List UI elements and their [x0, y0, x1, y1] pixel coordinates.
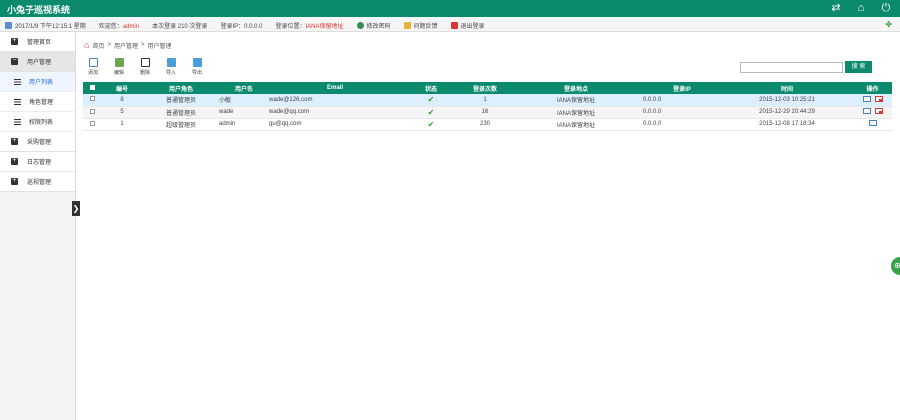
- status-check-icon: ✔: [401, 106, 461, 119]
- plus-box-icon: +: [11, 157, 18, 165]
- app-title: 小兔子巡视系统: [7, 5, 71, 15]
- submenu-item-user-list[interactable]: 用户列表: [0, 72, 75, 92]
- breadcrumb: ⌂ 首页 > 用户管理 > 用户管理: [84, 40, 172, 50]
- user-icon: [356, 22, 364, 29]
- row-checkbox[interactable]: [89, 96, 95, 102]
- clover-icon: ✤: [885, 20, 892, 29]
- minus-box-icon: −: [11, 57, 18, 65]
- submenu-item-roles[interactable]: 角色管理: [0, 92, 75, 112]
- visit-count: 本次登录 210 次登录: [152, 24, 208, 30]
- row-edit-icon[interactable]: [868, 120, 877, 126]
- sidebar-collapse-button[interactable]: ❯: [72, 201, 80, 216]
- add-icon: [88, 58, 98, 67]
- add-button[interactable]: 添加: [86, 58, 100, 76]
- search-button[interactable]: 搜 索: [845, 61, 872, 73]
- table-row[interactable]: 8 普通管理员 小敏 wade@126.com ✔ 1 IANA保留地址 0.0…: [83, 94, 892, 107]
- import-button[interactable]: 导入: [164, 58, 178, 76]
- breadcrumb-level2: 用户管理: [147, 43, 172, 50]
- floating-chat-button[interactable]: ⊕: [891, 257, 900, 275]
- select-all-checkbox[interactable]: [89, 84, 95, 90]
- exit-icon: [450, 22, 458, 29]
- col-ip: 登录IP: [673, 86, 691, 93]
- home-icon: ⌂: [84, 40, 90, 50]
- row-checkbox[interactable]: [89, 108, 95, 114]
- table-row[interactable]: 1 超级管理员 admin gu@qq.com ✔ 230 IANA保留地址 0…: [83, 118, 892, 131]
- sidebar-item-patrol[interactable]: + 巡视管理: [0, 172, 75, 192]
- col-role: 用户角色: [168, 86, 193, 93]
- current-username: admin: [122, 24, 140, 30]
- info-bar: 2017/1/9 下午12:15:1 星期 欢迎您：admin 本次登录 210…: [0, 17, 900, 32]
- sidebar-item-purchase[interactable]: + 采购管理: [0, 132, 75, 152]
- list-icon: [14, 98, 21, 105]
- breadcrumb-home[interactable]: 首页: [92, 41, 104, 50]
- row-edit-icon[interactable]: [862, 95, 871, 102]
- list-icon: [14, 118, 21, 125]
- row-edit-icon[interactable]: [862, 108, 871, 114]
- status-check-icon: ✔: [401, 94, 461, 107]
- sidebar-item-logs[interactable]: + 日志管理: [0, 152, 75, 172]
- login-location: 登录位置：IANA保留地址: [275, 24, 344, 30]
- refresh-icon[interactable]: ⇄: [830, 2, 842, 15]
- export-button[interactable]: 导出: [190, 58, 204, 76]
- col-username: 用户名: [234, 86, 253, 93]
- row-delete-icon[interactable]: [874, 108, 883, 114]
- status-check-icon: ✔: [401, 118, 461, 131]
- search-input[interactable]: [740, 62, 843, 73]
- login-ip: 登录IP：0.0.0.0: [220, 24, 263, 30]
- delete-icon: [140, 58, 150, 67]
- plus-box-icon: +: [11, 137, 18, 145]
- profile-link[interactable]: 修改密码: [356, 21, 391, 30]
- col-location: 登录地点: [563, 86, 588, 93]
- power-icon[interactable]: ⏻: [880, 2, 892, 15]
- edit-button[interactable]: 编辑: [112, 58, 126, 76]
- col-login-count: 登录次数: [472, 86, 497, 93]
- info-icon: [403, 22, 411, 29]
- plus-box-icon: +: [11, 37, 18, 45]
- row-checkbox[interactable]: [89, 120, 95, 126]
- submenu-item-permissions[interactable]: 权限列表: [0, 112, 75, 132]
- export-icon: [192, 58, 202, 67]
- col-email: Email: [326, 85, 343, 91]
- list-icon: [14, 78, 21, 85]
- sidebar-item-home[interactable]: + 管理首页: [0, 32, 75, 52]
- welcome-text: 欢迎您：admin: [98, 24, 140, 30]
- col-actions: 操作: [866, 86, 879, 93]
- home-icon[interactable]: ⌂: [855, 2, 867, 15]
- toolbar: 添加 编辑 删除 导入 导出: [86, 58, 204, 76]
- logout-link[interactable]: 退出登录: [450, 21, 485, 30]
- top-header: 小兔子巡视系统 ⇄ ⌂ ⏻: [0, 0, 900, 17]
- sidebar: + 管理首页 − 用户管理 用户列表 角色管理 权限列表 + 采购管理 + 日志管理 +…: [0, 32, 76, 420]
- col-status: 状态: [424, 86, 437, 93]
- table-header: 编号 用户角色 用户名 Email 状态 登录次数 登录地点 登录IP 时间 操…: [83, 82, 892, 94]
- import-icon: [166, 58, 176, 67]
- col-time: 时间: [780, 86, 793, 93]
- delete-button[interactable]: 删除: [138, 58, 152, 76]
- table-row[interactable]: 5 普通管理员 wade wade@qq.com ✔ 16 IANA保留地址 0…: [83, 106, 892, 119]
- col-id: 编号: [115, 86, 128, 93]
- help-link[interactable]: 问题反馈: [403, 21, 438, 30]
- breadcrumb-level1[interactable]: 用户管理: [114, 41, 138, 50]
- calendar-icon: [5, 22, 12, 29]
- header-actions: ⇄ ⌂ ⏻: [830, 2, 892, 15]
- user-table: 编号 用户角色 用户名 Email 状态 登录次数 登录地点 登录IP 时间 操…: [83, 82, 892, 131]
- datetime: 2017/1/9 下午12:15:1 星期: [5, 21, 86, 30]
- edit-icon: [114, 58, 124, 67]
- plus-box-icon: +: [11, 177, 18, 185]
- row-delete-icon[interactable]: [874, 95, 883, 102]
- sidebar-item-users[interactable]: − 用户管理: [0, 52, 75, 72]
